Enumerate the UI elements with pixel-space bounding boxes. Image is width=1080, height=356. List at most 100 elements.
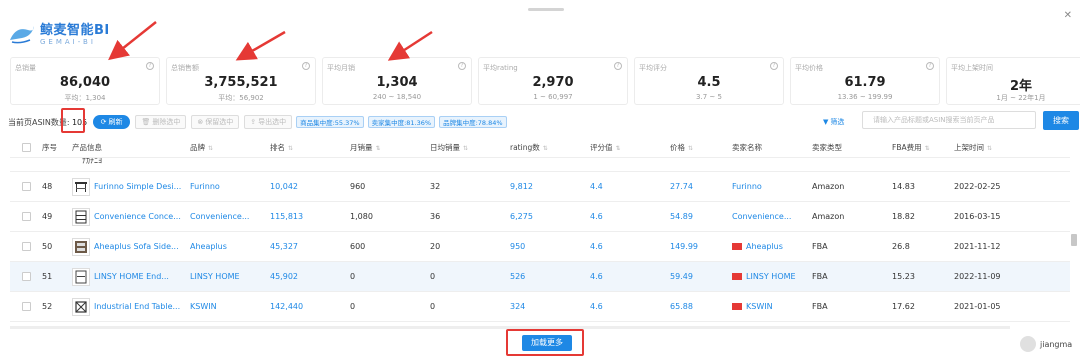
ratings-count[interactable]: 526 xyxy=(510,272,590,281)
rank-value[interactable]: 10,042 xyxy=(270,182,350,191)
product-title[interactable]: Industrial End Table... xyxy=(94,302,180,311)
score-value: 4.6 xyxy=(590,212,603,221)
col-fba-fee[interactable]: FBA费用 xyxy=(892,143,922,152)
sort-icon[interactable]: ⇅ xyxy=(987,145,992,152)
partial-row-text: ﾅｶﾁﾆﾖ xyxy=(82,158,102,165)
search-input[interactable]: 请输入产品标题或ASIN搜索当前页产品 xyxy=(862,111,1036,129)
china-flag-icon xyxy=(732,243,742,250)
brand-link[interactable]: Furinno xyxy=(190,182,270,191)
stat-card-avg-score: 平均评分 ? 4.5 3.7 ~ 5 xyxy=(634,57,784,105)
table-row[interactable]: 50 Aheaplus Sofa Side... Aheaplus 45,327… xyxy=(10,232,1070,262)
row-index: 51 xyxy=(42,272,53,281)
fba-fee: 14.83 xyxy=(892,182,915,191)
avatar[interactable] xyxy=(1020,336,1036,352)
score-value: 4.6 xyxy=(590,242,603,251)
col-ratings[interactable]: rating数 xyxy=(510,143,540,152)
arrow-to-avg-monthly xyxy=(387,30,433,61)
listing-date: 2022-02-25 xyxy=(954,182,1001,191)
col-score[interactable]: 评分值 xyxy=(590,143,613,152)
row-checkbox[interactable] xyxy=(21,302,31,311)
seller-link[interactable]: Furinno xyxy=(732,182,762,191)
score-value: 4.6 xyxy=(590,272,603,281)
rank-value[interactable]: 115,813 xyxy=(270,212,350,221)
sort-icon[interactable]: ⇅ xyxy=(616,145,621,152)
info-icon[interactable]: ? xyxy=(146,62,154,70)
product-table: 序号 产品信息 品牌 ⇅ 排名 ⇅ 月销量 ⇅ 日均销量 ⇅ rating数 ⇅ 评分值 ⇅… xyxy=(10,138,1070,322)
app-logo: 鲸麦智能BI GEMAI-BI xyxy=(8,20,110,46)
info-icon[interactable]: ? xyxy=(302,62,310,70)
product-thumbnail[interactable] xyxy=(72,207,90,226)
sort-icon[interactable]: ⇅ xyxy=(376,145,381,152)
ratings-count[interactable]: 9,812 xyxy=(510,182,590,191)
col-brand[interactable]: 品牌 xyxy=(190,143,205,152)
seller-link[interactable]: Aheaplus xyxy=(746,242,783,251)
col-price[interactable]: 价格 xyxy=(670,143,685,152)
col-monthly-sales[interactable]: 月销量 xyxy=(350,143,373,152)
rank-value[interactable]: 45,327 xyxy=(270,242,350,251)
sort-icon[interactable]: ⇅ xyxy=(688,145,693,152)
seller-type: FBA xyxy=(812,272,828,281)
row-checkbox[interactable] xyxy=(21,272,31,281)
sort-icon[interactable]: ⇅ xyxy=(543,145,548,152)
row-checkbox[interactable] xyxy=(21,242,31,251)
sort-icon[interactable]: ⇅ xyxy=(208,145,213,152)
seller-link[interactable]: LINSY HOME xyxy=(746,272,796,281)
stat-label: 平均rating xyxy=(483,64,518,72)
seller-link[interactable]: Convenience... xyxy=(732,212,791,221)
table-row[interactable]: 48 Furinno Simple Desi... Furinno 10,042… xyxy=(10,172,1070,202)
export-selected-button[interactable]: ⇪ 导出选中 xyxy=(244,115,293,129)
score-value: 4.4 xyxy=(590,182,603,191)
delete-selected-button[interactable]: 🗑 删除选中 xyxy=(135,115,187,129)
fba-fee: 15.23 xyxy=(892,272,915,281)
row-checkbox[interactable] xyxy=(21,212,31,221)
brand-link[interactable]: KSWIN xyxy=(190,302,270,311)
ratings-count[interactable]: 950 xyxy=(510,242,590,251)
col-rank[interactable]: 排名 xyxy=(270,143,285,152)
product-thumbnail[interactable] xyxy=(72,237,90,256)
table-row[interactable]: 51 LINSY HOME End... LINSY HOME 45,902 0… xyxy=(10,262,1070,292)
sort-icon[interactable]: ⇅ xyxy=(463,145,468,152)
user-menu[interactable]: jiangma xyxy=(1020,336,1072,352)
ratings-count[interactable]: 324 xyxy=(510,302,590,311)
filter-button[interactable]: ▼ 筛选 xyxy=(823,117,844,127)
product-thumbnail[interactable] xyxy=(72,177,90,196)
product-title[interactable]: LINSY HOME End... xyxy=(94,272,169,281)
search-button[interactable]: 搜索 xyxy=(1043,111,1079,130)
product-title[interactable]: Convenience Conce... xyxy=(94,212,181,221)
brand-link[interactable]: LINSY HOME xyxy=(190,272,270,281)
brand-link[interactable]: Aheaplus xyxy=(190,242,270,251)
keep-selected-label: 保留选中 xyxy=(205,118,234,126)
ratings-count[interactable]: 6,275 xyxy=(510,212,590,221)
info-icon[interactable]: ? xyxy=(926,62,934,70)
rank-value[interactable]: 45,902 xyxy=(270,272,350,281)
stat-value: 2,970 xyxy=(532,75,574,90)
stat-label: 总销售额 xyxy=(171,64,199,72)
col-daily-sales[interactable]: 日均销量 xyxy=(430,143,460,152)
rank-value[interactable]: 142,440 xyxy=(270,302,350,311)
price-value: 149.99 xyxy=(670,242,698,251)
drag-handle[interactable] xyxy=(528,8,564,11)
brand-link[interactable]: Convenience... xyxy=(190,212,270,221)
info-icon[interactable]: ? xyxy=(614,62,622,70)
seller-link[interactable]: KSWIN xyxy=(746,302,773,311)
vertical-scrollbar-thumb[interactable] xyxy=(1071,234,1077,246)
product-title[interactable]: Furinno Simple Desi... xyxy=(94,182,181,191)
close-icon[interactable]: ✕ xyxy=(1064,10,1072,21)
col-listing-date[interactable]: 上架时间 xyxy=(954,143,984,152)
row-index: 48 xyxy=(42,182,53,191)
info-icon[interactable]: ? xyxy=(458,62,466,70)
table-row[interactable]: 49 Convenience Conce... Convenience... 1… xyxy=(10,202,1070,232)
select-all-checkbox[interactable] xyxy=(21,143,31,152)
refresh-button[interactable]: ⟳ 刷新 xyxy=(92,115,131,129)
product-title[interactable]: Aheaplus Sofa Side... xyxy=(94,242,179,251)
table-row[interactable]: 52 Industrial End Table... KSWIN 142,440… xyxy=(10,292,1070,322)
product-thumbnail[interactable] xyxy=(72,267,90,286)
stat-card-avg-price: 平均价格 ? 61.79 13.36 ~ 199.99 xyxy=(790,57,940,105)
listing-date: 2021-01-05 xyxy=(954,302,1001,311)
sort-icon[interactable]: ⇅ xyxy=(288,145,293,152)
product-thumbnail[interactable] xyxy=(72,297,90,316)
keep-selected-button[interactable]: ⊗ 保留选中 xyxy=(191,115,240,129)
sort-icon[interactable]: ⇅ xyxy=(925,145,930,152)
row-checkbox[interactable] xyxy=(21,182,31,191)
info-icon[interactable]: ? xyxy=(770,62,778,70)
